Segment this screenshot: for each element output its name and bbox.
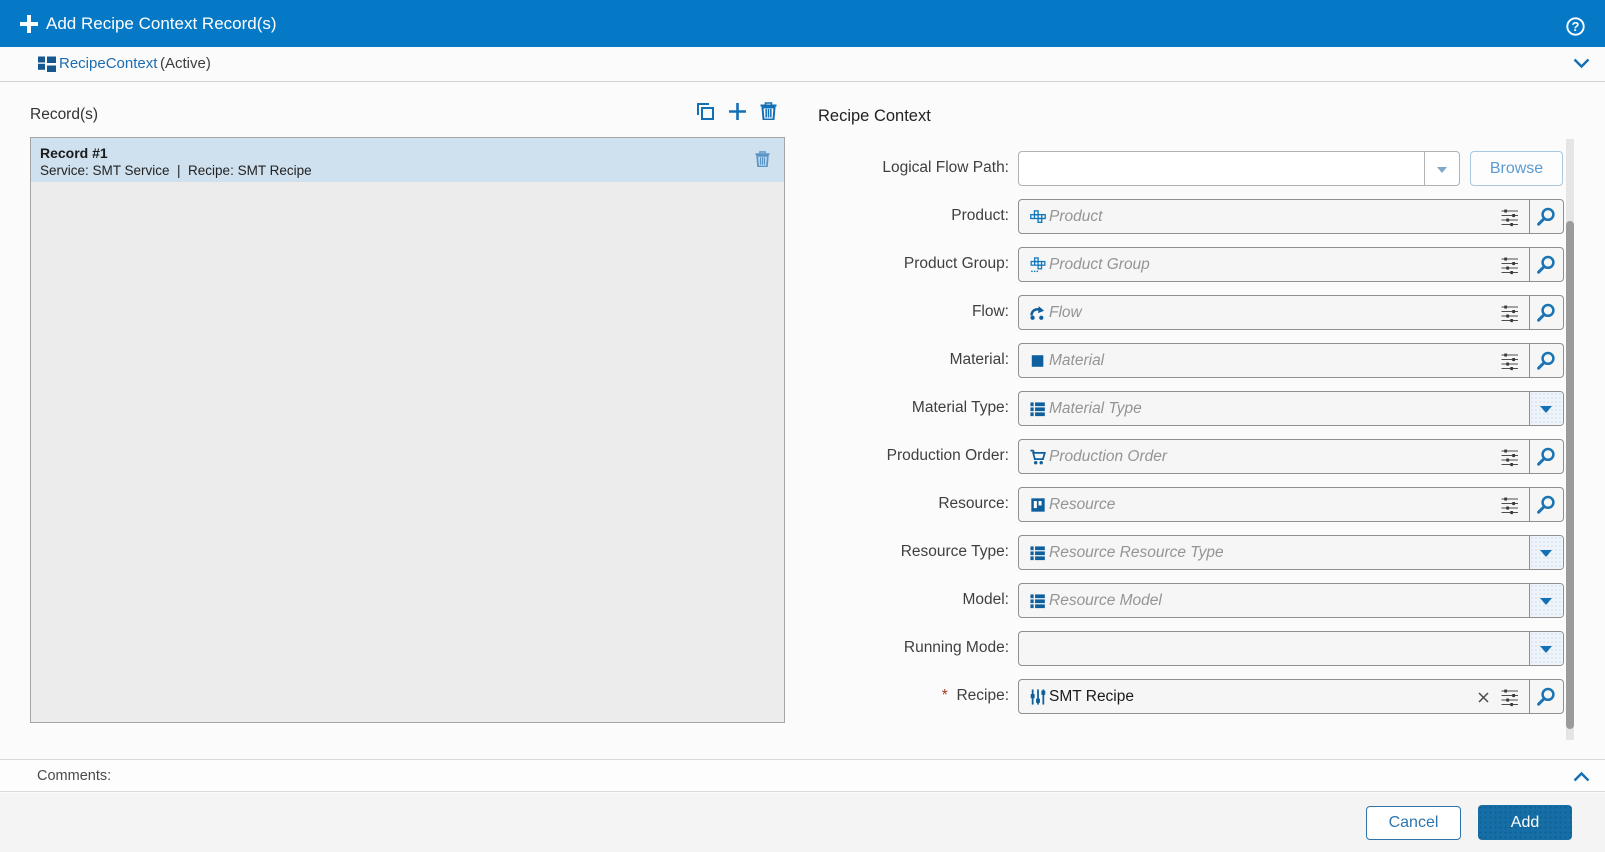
svg-text:?: ? bbox=[1572, 19, 1580, 34]
